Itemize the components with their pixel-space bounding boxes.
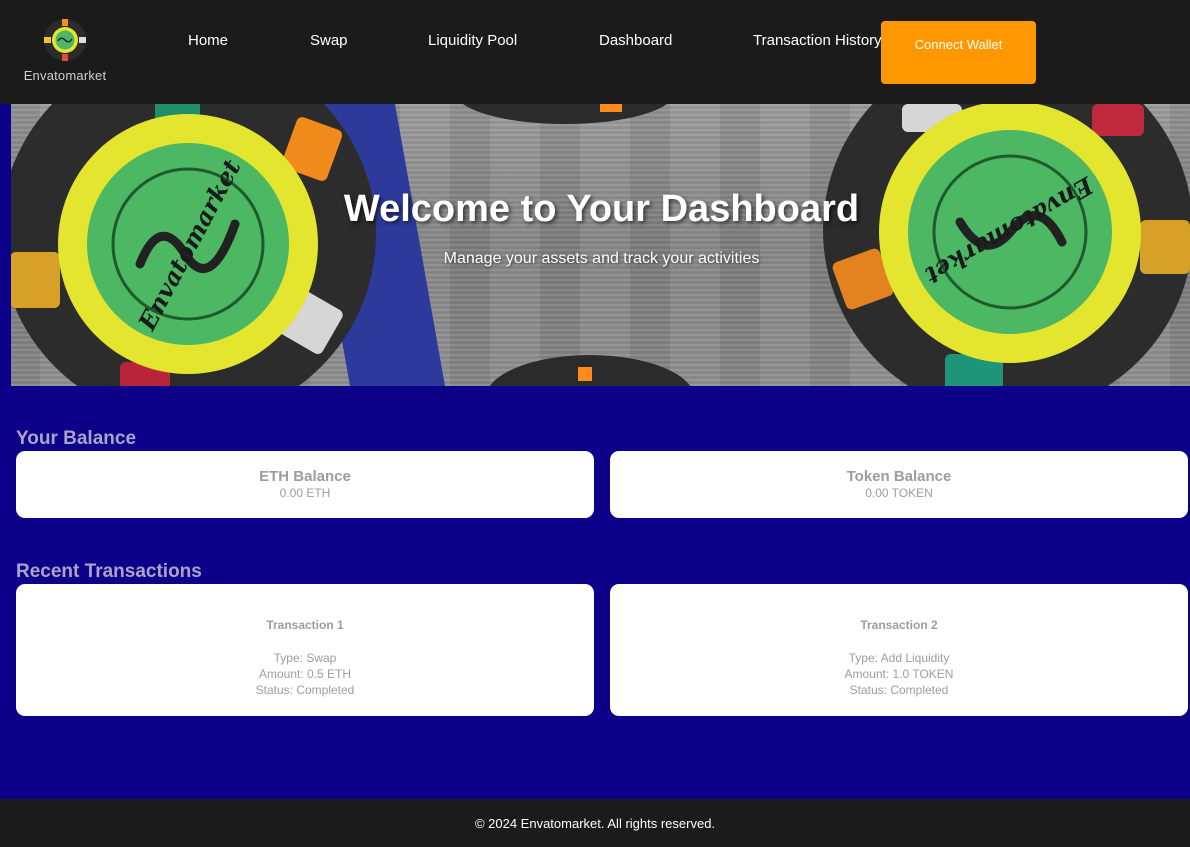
bottom-chip-graphic — [489, 355, 691, 386]
page-footer: © 2024 Envatomarket. All rights reserved… — [0, 799, 1190, 847]
transactions-section-title: Recent Transactions — [16, 561, 202, 582]
token-balance-card: Token Balance 0.00 TOKEN — [610, 451, 1188, 518]
nav-swap-link[interactable]: Swap — [310, 32, 348, 49]
copyright-text: © 2024 Envatomarket. All rights reserved… — [474, 816, 716, 831]
poker-chip-logo-icon — [44, 19, 86, 61]
brand-name: Envatomarket — [23, 68, 107, 83]
top-navbar: Envatomarket Home Swap Liquidity Pool Da… — [0, 0, 1190, 104]
transaction-card: Transaction 1 Type: Swap Amount: 0.5 ETH… — [16, 584, 594, 716]
transaction-title: Transaction 2 — [860, 618, 938, 632]
hero-subtitle: Manage your assets and track your activi… — [443, 250, 760, 267]
nav-home-link[interactable]: Home — [188, 32, 228, 49]
poker-chips-illustration: Envatomarket Envatomarket — [0, 104, 1190, 386]
balance-section-title: Your Balance — [16, 428, 137, 449]
eth-balance-value: 0.00 ETH — [279, 486, 331, 500]
transaction-title: Transaction 1 — [266, 618, 344, 632]
hero-title: Welcome to Your Dashboard — [343, 188, 860, 230]
nav-dashboard-link[interactable]: Dashboard — [599, 32, 672, 49]
transaction-amount: Amount: 1.0 TOKEN — [844, 667, 954, 681]
transaction-status: Status: Completed — [849, 683, 949, 697]
hero-banner: Envatomarket Envatomarket Welcome to You… — [0, 104, 1190, 386]
top-chip-graphic — [463, 104, 667, 124]
nav-transaction-history-link[interactable]: Transaction History — [753, 32, 882, 49]
transaction-card: Transaction 2 Type: Add Liquidity Amount… — [610, 584, 1188, 716]
eth-balance-title: ETH Balance — [259, 468, 351, 485]
brand-logo[interactable]: Envatomarket — [18, 18, 112, 83]
transaction-status: Status: Completed — [255, 683, 355, 697]
connect-wallet-button[interactable]: Connect Wallet — [881, 21, 1036, 84]
transaction-type: Type: Swap — [273, 651, 337, 665]
token-balance-title: Token Balance — [846, 468, 952, 485]
token-balance-value: 0.00 TOKEN — [865, 486, 933, 500]
transaction-type: Type: Add Liquidity — [848, 651, 950, 665]
left-chip-graphic: Envatomarket — [0, 104, 445, 386]
eth-balance-card: ETH Balance 0.00 ETH — [16, 451, 594, 518]
hero-left-edge — [0, 104, 11, 386]
right-chip-graphic: Envatomarket — [823, 104, 1190, 386]
transaction-amount: Amount: 0.5 ETH — [258, 667, 352, 681]
nav-liquidity-pool-link[interactable]: Liquidity Pool — [428, 32, 517, 49]
